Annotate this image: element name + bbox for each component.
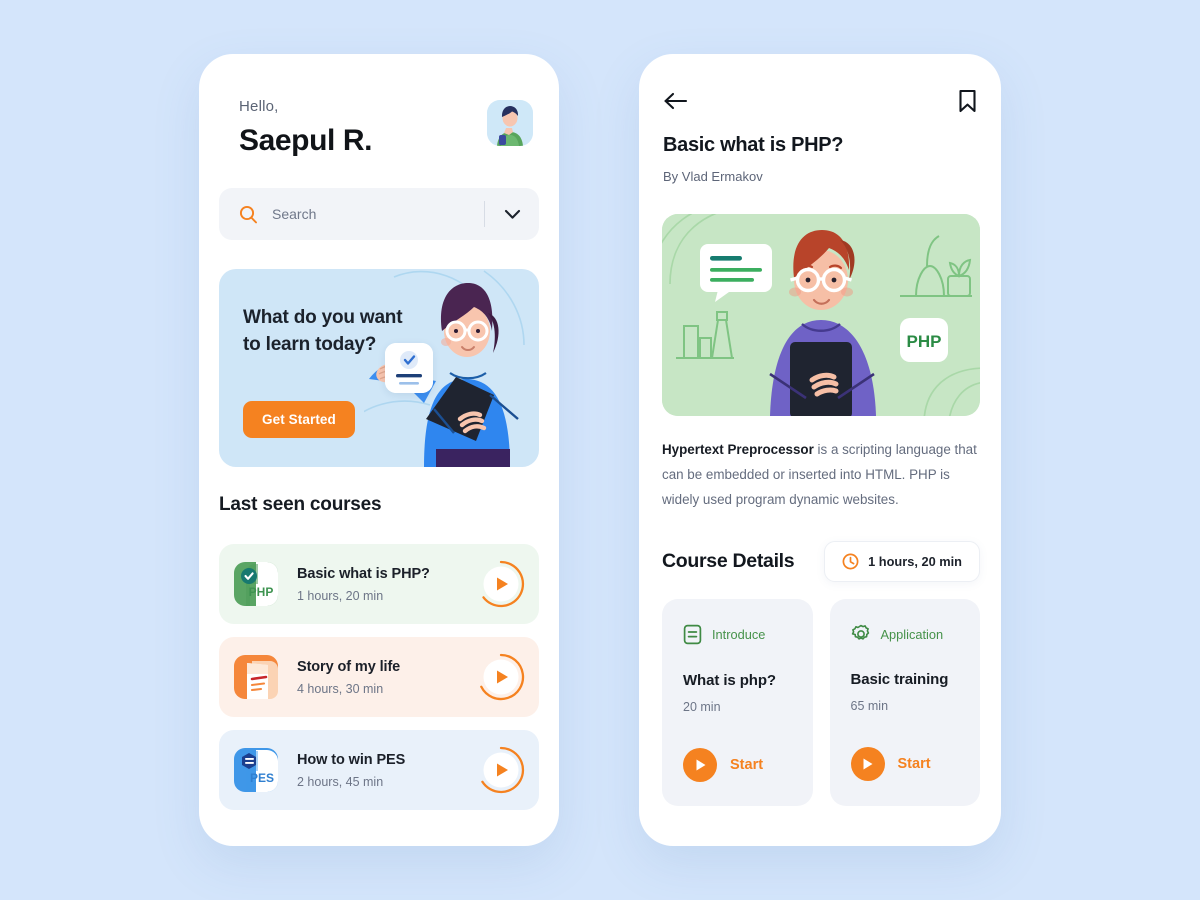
start-label: Start xyxy=(730,757,764,773)
course-list-item[interactable]: PHP Basic what is PHP? 1 hours, 20 min xyxy=(219,544,539,624)
detail-card-duration: 20 min xyxy=(683,700,721,714)
avatar[interactable] xyxy=(487,100,533,146)
duration-badge[interactable]: 1 hours, 20 min xyxy=(824,541,980,582)
search-icon xyxy=(239,205,258,224)
course-text: Story of my life 4 hours, 30 min xyxy=(297,659,474,696)
detail-card-kind: Introduce xyxy=(712,627,766,642)
play-button[interactable] xyxy=(474,650,528,704)
course-description: Hypertext Preprocessor is a scripting la… xyxy=(662,437,982,513)
detail-card-application[interactable]: Application Basic training 65 min Start xyxy=(829,599,980,806)
duration-label: 1 hours, 20 min xyxy=(868,554,962,569)
detail-card-name: What is php? xyxy=(683,672,776,689)
course-text: How to win PES 2 hours, 45 min xyxy=(297,752,474,789)
get-started-button[interactable]: Get Started xyxy=(243,401,355,438)
user-name: Saepul R. xyxy=(239,124,373,157)
php-course-icon: PHP xyxy=(232,560,280,608)
course-duration: 1 hours, 20 min xyxy=(297,588,384,603)
page-title: Basic what is PHP? xyxy=(663,134,844,156)
course-details-title: Course Details xyxy=(662,550,795,572)
detail-topbar xyxy=(663,88,977,114)
pes-course-icon: PES xyxy=(232,746,280,794)
course-list-item[interactable]: PES How to win PES 2 hours, 45 min xyxy=(219,730,539,810)
document-outline-icon xyxy=(683,624,702,645)
checkbox-card-icon xyxy=(385,343,433,393)
document-course-icon xyxy=(232,653,280,701)
play-button[interactable] xyxy=(474,557,528,611)
detail-card-duration: 65 min xyxy=(850,699,889,713)
learn-banner: What do you want to learn today? Get Sta… xyxy=(219,269,539,467)
description-bold: Hypertext Preprocessor xyxy=(662,442,814,457)
search-input[interactable] xyxy=(272,206,484,222)
detail-cards: Introduce What is php? 20 min Start Appl… xyxy=(662,599,980,806)
course-detail-phone: Basic what is PHP? By Vlad Ermakov PHP H… xyxy=(639,54,1001,846)
bookmark-icon[interactable] xyxy=(958,89,977,113)
course-name: How to win PES xyxy=(297,751,406,768)
chevron-down-icon[interactable] xyxy=(485,209,539,220)
svg-text:PES: PES xyxy=(250,771,274,785)
detail-card-name: Basic training xyxy=(850,671,949,688)
course-details-row: Course Details 1 hours, 20 min xyxy=(662,541,980,582)
play-button[interactable] xyxy=(474,743,528,797)
php-badge-label: PHP xyxy=(907,332,942,351)
gear-icon xyxy=(851,624,871,644)
start-label: Start xyxy=(897,756,931,772)
app-canvas: Hello, Saepul R. Search What do you want… xyxy=(0,0,1200,900)
clock-icon xyxy=(842,553,859,570)
play-icon xyxy=(683,748,717,782)
start-button[interactable]: Start xyxy=(850,747,960,781)
greeting-block: Hello, Saepul R. xyxy=(239,98,373,158)
course-text: Basic what is PHP? 1 hours, 20 min xyxy=(297,566,474,603)
course-list-item[interactable]: Story of my life 4 hours, 30 min xyxy=(219,637,539,717)
svg-text:PHP: PHP xyxy=(249,585,274,599)
greeting-header: Hello, Saepul R. xyxy=(239,98,533,158)
greeting-label: Hello, xyxy=(239,98,279,115)
course-duration: 2 hours, 45 min xyxy=(297,774,384,789)
section-title-last-seen: Last seen courses xyxy=(219,494,382,515)
play-icon xyxy=(850,747,885,781)
course-name: Story of my life xyxy=(297,658,401,675)
detail-card-header: Introduce xyxy=(683,624,792,645)
start-button[interactable]: Start xyxy=(683,748,792,782)
course-name: Basic what is PHP? xyxy=(297,565,430,582)
detail-card-introduce[interactable]: Introduce What is php? 20 min Start xyxy=(662,599,813,806)
detail-card-header: Application xyxy=(851,624,960,644)
detail-card-kind: Application xyxy=(880,626,944,642)
home-screen-phone: Hello, Saepul R. Search What do you want… xyxy=(199,54,559,846)
course-hero-illustration: PHP xyxy=(662,214,980,416)
course-author: By Vlad Ermakov xyxy=(663,169,763,184)
search-bar[interactable] xyxy=(219,188,539,240)
arrow-left-icon[interactable] xyxy=(663,92,688,110)
course-duration: 4 hours, 30 min xyxy=(297,681,384,696)
